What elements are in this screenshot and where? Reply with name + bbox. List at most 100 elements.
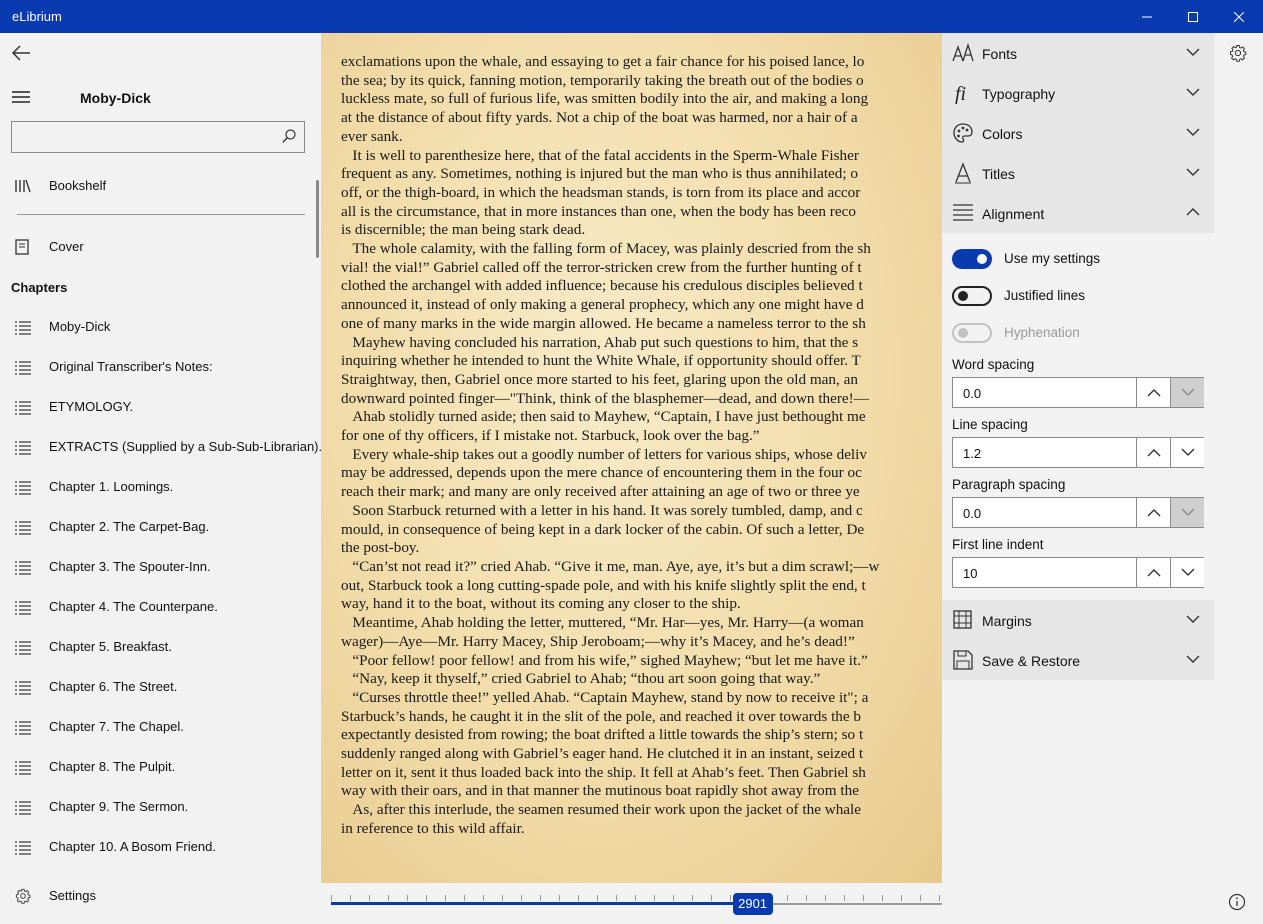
decrement-button[interactable] <box>1170 558 1204 587</box>
word-spacing-value[interactable]: 0.0 <box>963 386 981 401</box>
hamburger-menu-button[interactable] <box>12 90 30 104</box>
gear-icon <box>1230 45 1247 62</box>
chapter-list-icon <box>15 401 31 415</box>
section-colors[interactable]: Colors <box>942 113 1214 153</box>
page-text-line: suddenly ranged along with Gabriel’s eag… <box>341 745 864 763</box>
book-cover-icon <box>15 239 29 255</box>
minimize-button[interactable] <box>1124 0 1170 33</box>
close-button[interactable] <box>1216 0 1262 33</box>
chapter-list-icon <box>15 641 31 655</box>
chapter-list-icon <box>15 761 31 775</box>
page-text-line: The whole calamity, with the falling for… <box>341 240 871 258</box>
chapter-item[interactable]: Chapter 4. The Counterpane. <box>0 587 321 627</box>
first-line-indent-value[interactable]: 10 <box>963 566 977 581</box>
settings-panel: Fonts fi Typography Colors Titles Alignm… <box>942 33 1214 924</box>
page-text-line: may be addressed, depends upon the mere … <box>341 464 862 482</box>
page-text-line: in reference to this wild affair. <box>341 819 525 837</box>
word-spacing-stepper[interactable]: 0.0 <box>952 377 1204 408</box>
chapter-label: Chapter 5. Breakfast. <box>49 639 172 654</box>
section-label: Alignment <box>982 206 1045 222</box>
line-spacing-stepper[interactable]: 1.2 <box>952 437 1204 468</box>
paragraph-spacing-stepper[interactable]: 0.0 <box>952 497 1204 528</box>
line-spacing-value[interactable]: 1.2 <box>963 446 981 461</box>
toggle-switch-on[interactable] <box>952 249 992 269</box>
chapter-item[interactable]: Chapter 10. A Bosom Friend. <box>0 827 321 867</box>
chapter-list-icon <box>15 721 31 735</box>
chapter-item[interactable]: Original Transcriber's Notes: <box>0 347 321 387</box>
increment-button[interactable] <box>1136 378 1170 407</box>
svg-text:fi: fi <box>955 83 966 104</box>
align-lines-icon <box>953 204 973 221</box>
reading-page[interactable]: exclamations upon the whale, and essayin… <box>321 33 942 883</box>
chapter-label: Chapter 8. The Pulpit. <box>49 759 176 774</box>
search-button[interactable] <box>282 129 296 146</box>
ligature-fi-icon: fi <box>955 83 966 104</box>
decrement-button[interactable] <box>1170 378 1204 407</box>
page-text-line: “Curses throttle thee!” yelled Ahab. “Ca… <box>341 688 869 706</box>
nav-item-label: Cover <box>49 239 84 254</box>
increment-button[interactable] <box>1136 498 1170 527</box>
chapter-item[interactable]: Chapter 8. The Pulpit. <box>0 747 321 787</box>
nav-item-cover[interactable]: Cover <box>0 227 321 267</box>
nav-item-bookshelf[interactable]: Bookshelf <box>0 166 321 206</box>
decrement-button[interactable] <box>1170 498 1204 527</box>
chapter-item[interactable]: Chapter 7. The Chapel. <box>0 707 321 747</box>
section-titles[interactable]: Titles <box>942 153 1214 193</box>
chapter-item[interactable]: Chapter 9. The Sermon. <box>0 787 321 827</box>
nav-scrollbar[interactable] <box>316 180 319 258</box>
chapter-item[interactable]: Chapter 2. The Carpet-Bag. <box>0 507 321 547</box>
chapter-item[interactable]: EXTRACTS (Supplied by a Sub-Sub-Libraria… <box>0 427 323 467</box>
toggle-switch-disabled[interactable] <box>952 323 992 343</box>
increment-button[interactable] <box>1136 438 1170 467</box>
chevron-down-icon <box>1181 568 1194 576</box>
chapter-label: Chapter 10. A Bosom Friend. <box>49 839 216 854</box>
increment-button[interactable] <box>1136 558 1170 587</box>
chapter-item[interactable]: Chapter 1. Loomings. <box>0 467 321 507</box>
decrement-button[interactable] <box>1170 438 1204 467</box>
page-text-line: It is well to parenthesize here, that of… <box>341 146 859 164</box>
panel-settings-button[interactable] <box>1229 44 1247 65</box>
chevron-down-icon <box>1186 128 1200 136</box>
section-typography[interactable]: fi Typography <box>942 73 1214 113</box>
margins-grid-icon <box>953 610 972 629</box>
paragraph-spacing-value[interactable]: 0.0 <box>963 506 981 521</box>
chapter-label: Chapter 1. Loomings. <box>49 479 174 494</box>
section-alignment[interactable]: Alignment <box>942 193 1214 233</box>
page-text: exclamations upon the whale, and essayin… <box>341 53 942 839</box>
chapter-list-icon <box>15 441 31 455</box>
chapter-label: EXTRACTS (Supplied by a Sub-Sub-Libraria… <box>49 439 323 454</box>
hyphenation-toggle[interactable]: Hyphenation <box>952 321 1202 345</box>
chapter-item[interactable]: ETYMOLOGY. <box>0 387 321 427</box>
slider-thumb[interactable]: 2901 <box>732 893 773 915</box>
section-margins[interactable]: Margins <box>942 600 1214 640</box>
page-text-line: all is the circumstance, that in more in… <box>341 202 856 220</box>
nav-item-settings[interactable]: Settings <box>0 876 321 916</box>
toggle-switch-off[interactable] <box>952 286 992 306</box>
chapter-item[interactable]: Chapter 6. The Street. <box>0 667 321 707</box>
first-line-indent-stepper[interactable]: 10 <box>952 557 1204 588</box>
chapter-item[interactable]: Chapter 3. The Spouter-Inn. <box>0 547 321 587</box>
back-button[interactable] <box>10 43 34 65</box>
chapter-list-icon <box>15 801 31 815</box>
info-button[interactable] <box>1228 893 1246 914</box>
page-text-line: frequent as any. Sometimes, nothing is i… <box>341 165 858 183</box>
page-text-line: luckless mate, so full of furious life, … <box>341 90 869 108</box>
page-text-line: ever sank. <box>341 127 403 145</box>
toggle-label: Justified lines <box>1004 288 1086 303</box>
chevron-up-icon <box>1186 208 1200 216</box>
chapter-item[interactable]: Moby-Dick <box>0 307 321 347</box>
chevron-up-icon <box>1147 509 1160 517</box>
maximize-button[interactable] <box>1170 0 1216 33</box>
chevron-down-icon <box>1181 388 1194 396</box>
search-field[interactable] <box>11 121 305 153</box>
position-slider[interactable]: 2901 <box>321 883 942 924</box>
page-text-line: for one of thy officers, if I mistake no… <box>341 427 760 445</box>
chapter-label: Original Transcriber's Notes: <box>49 359 213 374</box>
section-save-restore[interactable]: Save & Restore <box>942 640 1214 680</box>
search-input[interactable] <box>18 128 268 146</box>
chapter-item[interactable]: Chapter 5. Breakfast. <box>0 627 321 667</box>
section-fonts[interactable]: Fonts <box>942 33 1214 73</box>
justified-lines-toggle[interactable]: Justified lines <box>952 284 1202 308</box>
page-text-line: off, or the thigh-board, in which the he… <box>341 183 861 201</box>
use-my-settings-toggle[interactable]: Use my settings <box>952 247 1202 271</box>
